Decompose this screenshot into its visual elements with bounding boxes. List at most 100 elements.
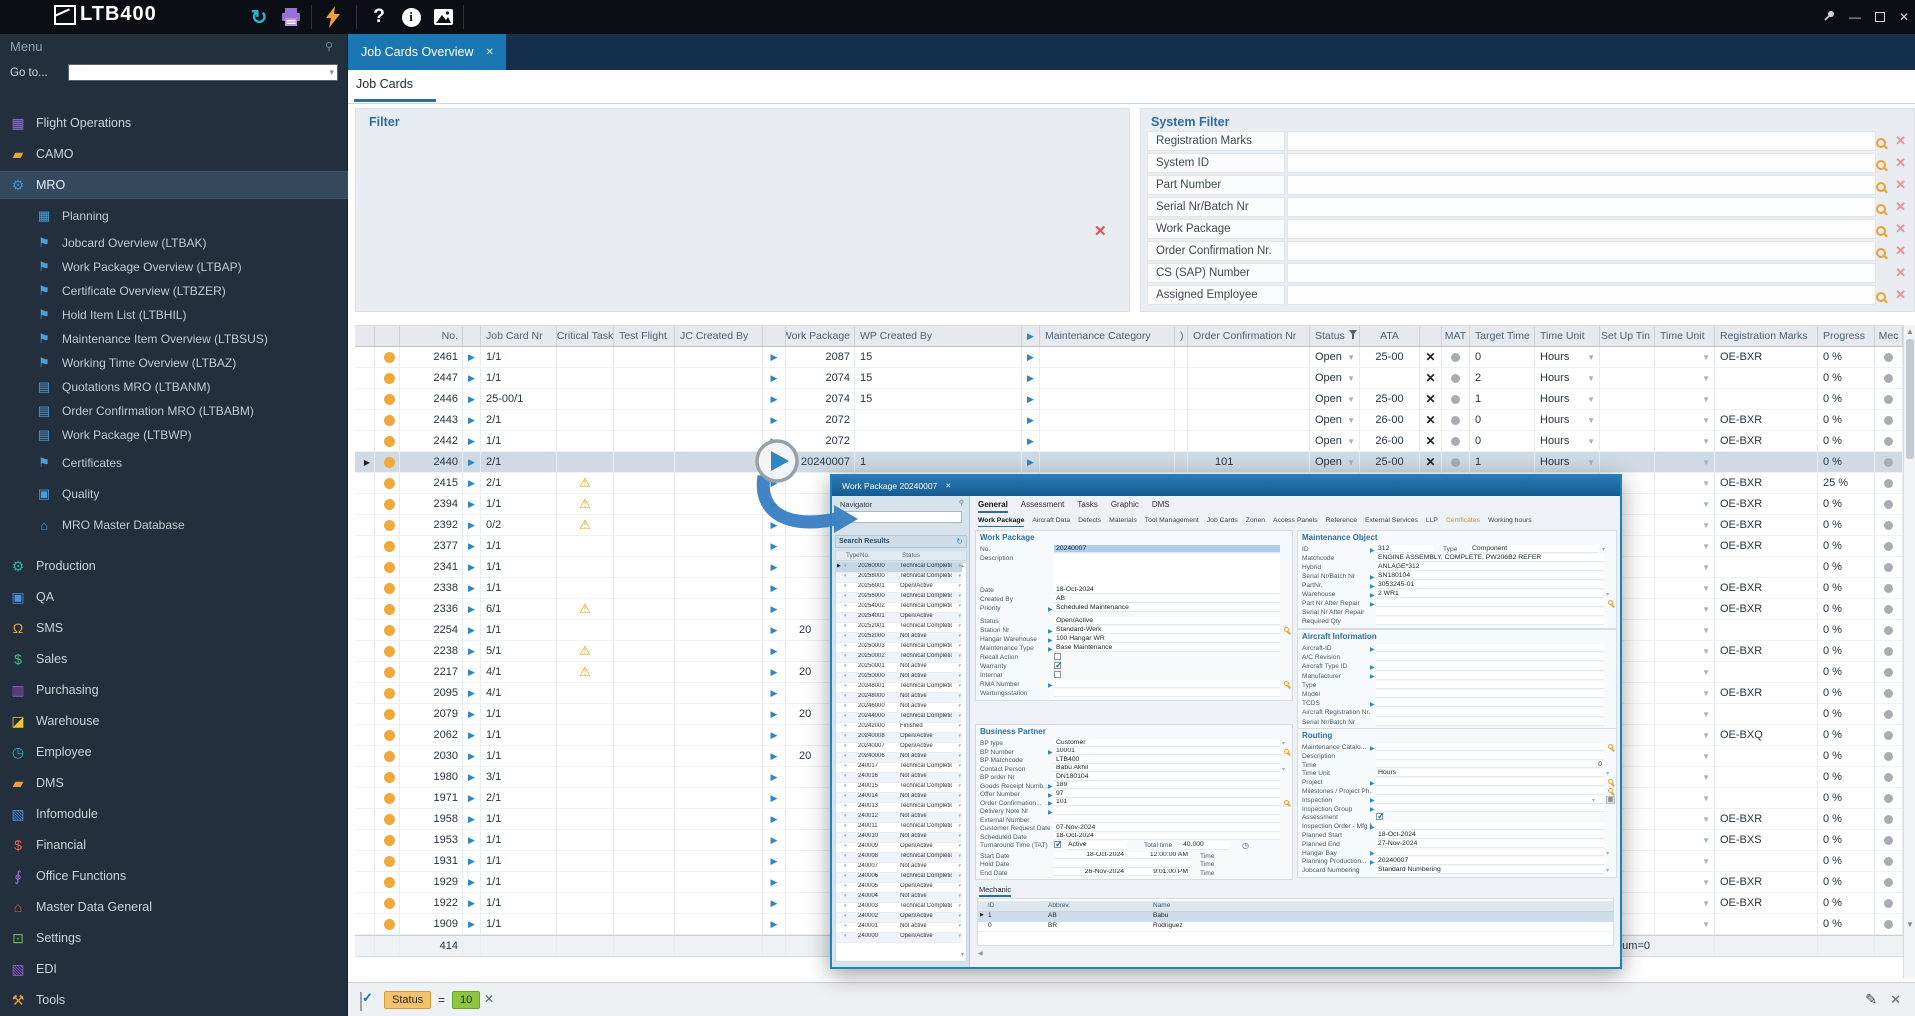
field-value[interactable] bbox=[1376, 680, 1604, 689]
tab-dms[interactable]: DMS bbox=[1152, 500, 1170, 513]
field-value[interactable] bbox=[1376, 617, 1604, 625]
cell-exp[interactable]: ▶ bbox=[463, 578, 481, 598]
field-arrow-icon[interactable]: ▶ bbox=[1370, 859, 1375, 866]
field-value[interactable]: Hours bbox=[1376, 769, 1604, 778]
field-value[interactable]: 12:00:00 AM bbox=[1128, 851, 1190, 859]
nav-result-row[interactable]: ▶ ▾ 20260000 Technical Completion ▾ bbox=[836, 563, 962, 573]
field-value[interactable]: Open/Active bbox=[1054, 617, 1280, 625]
sidebar-item-mro[interactable]: ⚙ MRO bbox=[0, 171, 348, 199]
scrollbar-thumb[interactable] bbox=[1906, 339, 1914, 459]
table-scrollbar[interactable]: ▲ ▼ bbox=[1903, 325, 1915, 978]
field-arrow-icon[interactable]: ▶ bbox=[1048, 646, 1053, 653]
cell-arr2[interactable]: ▶ bbox=[763, 431, 786, 451]
cell-tu2[interactable]: ▼ bbox=[1655, 851, 1715, 871]
field-arrow-icon[interactable]: ▶ bbox=[1370, 664, 1375, 671]
field-checkbox[interactable] bbox=[1376, 811, 1385, 822]
field-value[interactable]: 20240007 bbox=[1376, 857, 1604, 866]
sidebar-item-qa[interactable]: ▣ QA bbox=[0, 583, 348, 611]
cell-exp[interactable]: ▶ bbox=[463, 494, 481, 514]
filter-remove-icon[interactable]: ✕ bbox=[484, 992, 494, 1006]
field-checkbox[interactable] bbox=[1054, 671, 1061, 678]
pin-icon[interactable]: ⚲ bbox=[325, 40, 333, 53]
cell-tu2[interactable]: ▼ bbox=[1655, 914, 1715, 934]
mechanic-row[interactable]: ▶ 1 AB Babu bbox=[978, 912, 1613, 922]
cell-tu2[interactable]: ▼ bbox=[1655, 725, 1715, 745]
cell-arr2[interactable]: ▶ bbox=[763, 536, 786, 556]
mechanic-row[interactable]: 0 BR Rodriguez bbox=[978, 922, 1613, 932]
column-header-dot[interactable] bbox=[375, 326, 400, 346]
column-header-tt[interactable]: Target Time bbox=[1470, 326, 1535, 346]
sidebar-item-planning[interactable]: ▦ Planning bbox=[0, 202, 348, 230]
cell-tu2[interactable]: ▼ bbox=[1655, 557, 1715, 577]
field-value[interactable]: 3053245-01 bbox=[1376, 581, 1604, 589]
cell-exp[interactable]: ▶ bbox=[463, 347, 481, 367]
nav-result-row[interactable]: ▾ 20240007 Open/Active ▾ bbox=[836, 743, 962, 753]
cell-arr2[interactable]: ▶ bbox=[763, 515, 786, 535]
cell-tu2[interactable]: ▼ bbox=[1655, 452, 1715, 472]
system-filter-input[interactable] bbox=[1287, 131, 1876, 151]
tab-job-cards-overview[interactable]: Job Cards Overview ✕ bbox=[348, 34, 506, 70]
nav-result-row[interactable]: ▾ 240015 Technical Completion ▾ bbox=[836, 783, 962, 793]
field-value[interactable]: 2 WR1 bbox=[1376, 590, 1604, 598]
nav-result-row[interactable]: ▾ 240014 Not active ▾ bbox=[836, 793, 962, 803]
clear-icon[interactable]: ✕ bbox=[1895, 243, 1906, 259]
nav-result-row[interactable]: ▾ 20250002 Technical Completion ▾ bbox=[836, 653, 962, 663]
column-header-wp[interactable]: Work Package bbox=[786, 326, 855, 346]
clear-icon[interactable]: ✕ bbox=[1895, 177, 1906, 193]
cell-exp[interactable]: ▶ bbox=[463, 641, 481, 661]
sidebar-item-mro-master-database[interactable]: ⌂ MRO Master Database bbox=[0, 511, 348, 539]
cell-arr2[interactable]: ▶ bbox=[763, 473, 786, 493]
field-value[interactable]: ANLAGE*312 bbox=[1376, 563, 1604, 571]
subtab-defects[interactable]: Defects bbox=[1078, 517, 1101, 527]
system-filter-input[interactable] bbox=[1287, 153, 1876, 173]
column-header-jc[interactable]: Job Card Nr bbox=[481, 326, 557, 346]
cell-arr2[interactable]: ▶ bbox=[763, 452, 786, 472]
goto-input[interactable]: ▾ bbox=[68, 64, 338, 81]
cell-tu2[interactable]: ▼ bbox=[1655, 347, 1715, 367]
minimize-button[interactable]: — bbox=[1849, 10, 1861, 24]
field-value[interactable] bbox=[1376, 751, 1604, 760]
column-header-test[interactable]: Test Flight bbox=[614, 326, 675, 346]
column-header-no[interactable]: No. bbox=[400, 326, 463, 346]
field-value[interactable]: 18-Oct-2024 bbox=[1054, 586, 1280, 594]
field-value[interactable] bbox=[1376, 653, 1604, 662]
search-icon[interactable] bbox=[1608, 788, 1613, 793]
sidebar-item-sales[interactable]: $ Sales bbox=[0, 645, 348, 673]
sidebar-item-employee[interactable]: ◷ Employee bbox=[0, 738, 348, 766]
nav-result-row[interactable]: ▾ 240017 Technical Completion ▾ bbox=[836, 763, 962, 773]
cell-exp[interactable]: ▶ bbox=[463, 683, 481, 703]
field-value[interactable] bbox=[1376, 795, 1604, 804]
field-value[interactable]: Standard Numbering bbox=[1376, 866, 1604, 874]
table-row[interactable]: ▶ 2440 ▶ 2/1 ▶ 20240007 1 ▶ 101 Open ▼ 25-00 ✕ 1 Hours… bbox=[355, 452, 1903, 473]
cell-arr2[interactable]: ▶ bbox=[763, 788, 786, 808]
lightning-icon[interactable] bbox=[318, 0, 348, 34]
sidebar-item-quality[interactable]: ▣ Quality bbox=[0, 480, 348, 508]
field-value[interactable]: 40.000 bbox=[1181, 841, 1229, 850]
column-header-exp[interactable] bbox=[463, 326, 481, 346]
field-arrow-icon[interactable]: ▶ bbox=[1048, 792, 1053, 799]
nav-result-row[interactable]: ▾ 20258000 Technical Completion ▾ bbox=[836, 573, 962, 583]
cell-tu2[interactable]: ▼ bbox=[1655, 704, 1715, 724]
chevron-down-icon[interactable]: ▾ bbox=[1592, 797, 1595, 804]
cell-status[interactable]: Open ▼ bbox=[1310, 389, 1360, 409]
field-value[interactable] bbox=[1376, 848, 1604, 857]
subtab-materials[interactable]: Materials bbox=[1109, 517, 1137, 527]
field-value[interactable]: Scheduled Maintenance bbox=[1054, 604, 1280, 612]
tab-graphic[interactable]: Graphic bbox=[1111, 500, 1139, 513]
field-value[interactable]: 18-Oct-2024 bbox=[1054, 851, 1126, 859]
column-header-prog[interactable]: Progress bbox=[1818, 326, 1875, 346]
field-arrow-icon[interactable]: ▶ bbox=[1370, 824, 1375, 831]
field-arrow-icon[interactable]: ▶ bbox=[1370, 592, 1375, 599]
tab-assessment[interactable]: Assessment bbox=[1021, 500, 1065, 513]
table-row[interactable]: 2443 ▶ 2/1 ▶ 2072 ▶ Open ▼ 26-00 ✕ 0 Hours ▼ ▼ OE-BXR 0… bbox=[355, 410, 1903, 431]
sidebar-item-financial[interactable]: $ Financial bbox=[0, 831, 348, 859]
field-value[interactable] bbox=[1376, 608, 1604, 616]
cell-arr3[interactable]: ▶ bbox=[1022, 452, 1040, 472]
field-value[interactable] bbox=[1376, 644, 1604, 653]
tab-close-icon[interactable]: ✕ bbox=[486, 47, 494, 58]
cell-exp[interactable]: ▶ bbox=[463, 515, 481, 535]
maximize-button[interactable] bbox=[1874, 12, 1885, 22]
cell-arr3[interactable]: ▶ bbox=[1022, 389, 1040, 409]
field-value[interactable] bbox=[1376, 690, 1604, 699]
field-arrow-icon[interactable]: ▶ bbox=[1370, 574, 1375, 581]
